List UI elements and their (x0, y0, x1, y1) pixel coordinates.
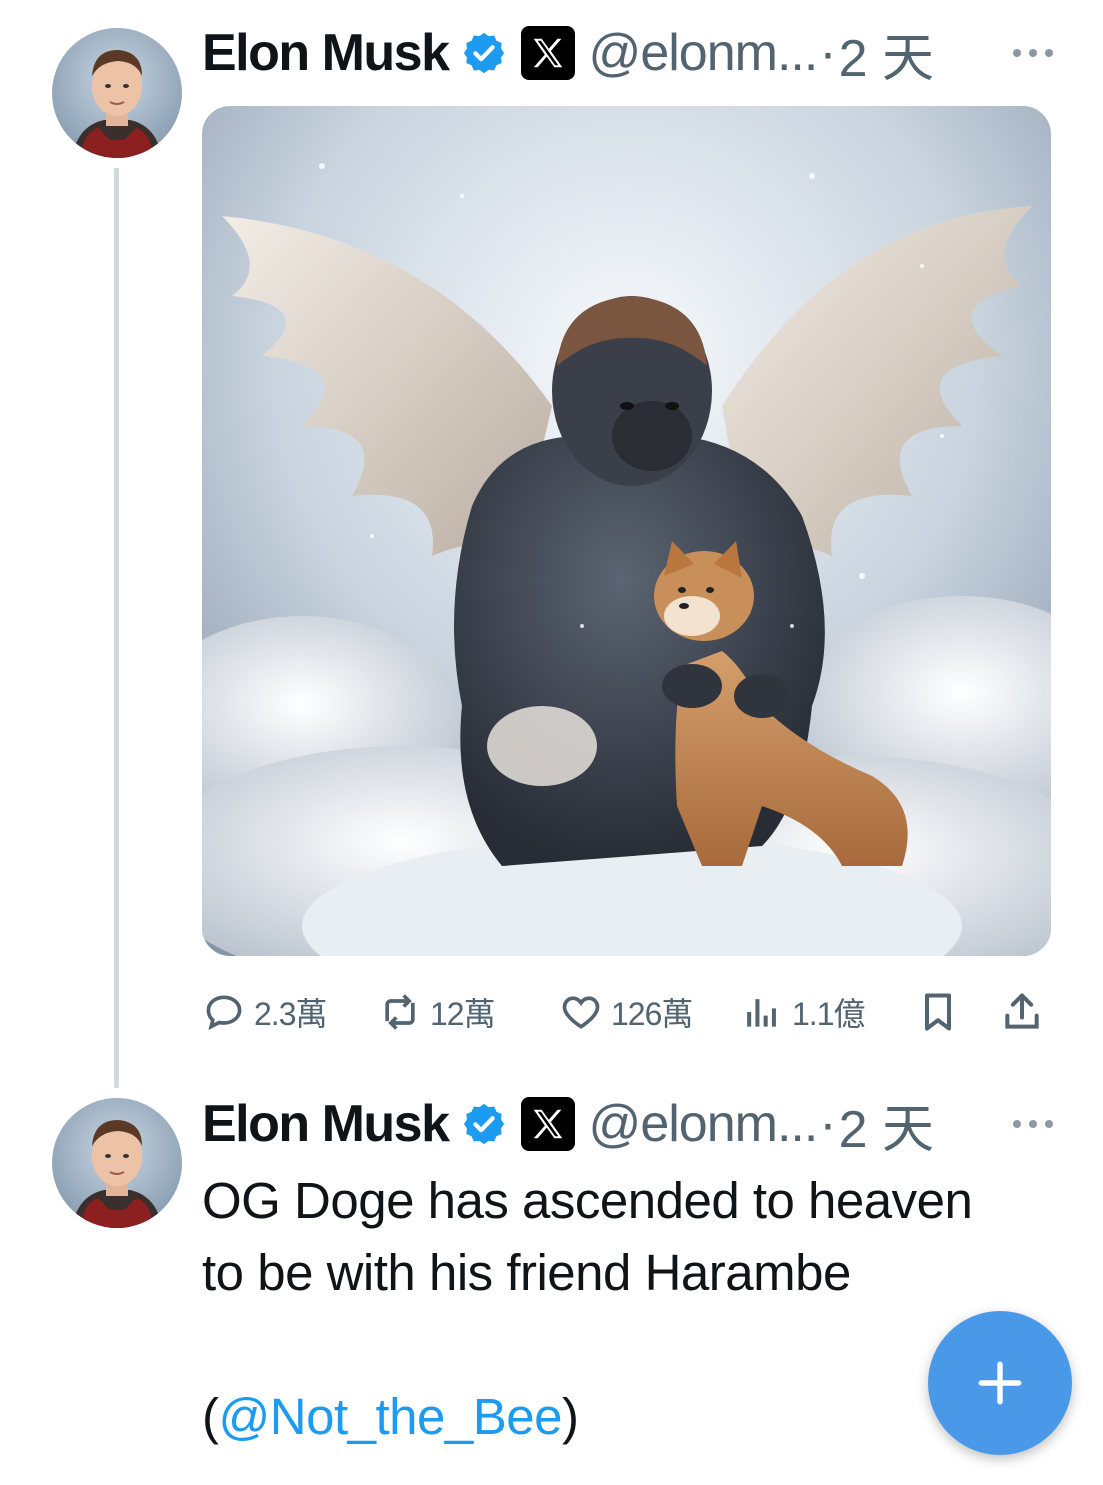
bookmark-icon (924, 993, 952, 1031)
x-logo-icon (520, 1097, 575, 1151)
author-handle[interactable]: @elonm... (589, 23, 819, 83)
avatar[interactable] (52, 28, 182, 158)
paren-close: ) (562, 1388, 579, 1445)
author-name[interactable]: Elon Musk (202, 23, 450, 83)
compose-button[interactable] (928, 1311, 1072, 1455)
mention-link[interactable]: @Not_the_Bee (218, 1388, 562, 1445)
views-button[interactable]: 1.1億 (740, 984, 865, 1040)
bookmark-button[interactable] (916, 984, 960, 1040)
retweet-icon (385, 994, 415, 1030)
views-count: 1.1億 (792, 996, 865, 1032)
separator-dot: · (819, 1095, 837, 1153)
views-icon (747, 999, 776, 1027)
x-logo-icon (520, 26, 575, 80)
author-name[interactable]: Elon Musk (202, 1094, 450, 1154)
tweet-header: Elon Musk @elonm... · 2 天 (202, 23, 1052, 88)
tweet-timestamp[interactable]: 2 天 (839, 1087, 934, 1162)
reply-icon (206, 995, 242, 1031)
thread-connector-line (114, 168, 119, 1088)
verified-badge-icon[interactable] (461, 1101, 507, 1147)
separator-dot: · (819, 24, 837, 82)
tweet-action-bar: 2.3萬 12萬 126萬 1.1億 (202, 984, 1052, 1040)
tweet-text-line: OG Doge has ascended to heaven (202, 1172, 973, 1229)
avatar-image (52, 28, 182, 158)
reply-count: 2.3萬 (254, 996, 327, 1032)
plus-icon (978, 1361, 1022, 1405)
reply-button[interactable]: 2.3萬 (202, 984, 327, 1040)
harambe-doge-angel-image (202, 106, 1051, 956)
heart-icon (562, 996, 600, 1029)
retweet-button[interactable]: 12萬 (378, 984, 496, 1040)
more-icon[interactable] (1013, 23, 1053, 83)
like-button[interactable]: 126萬 (559, 984, 693, 1040)
share-button[interactable] (1000, 984, 1044, 1040)
avatar-image (52, 1098, 182, 1228)
tweet-text-line: to be with his friend Harambe (202, 1244, 851, 1301)
like-count: 126萬 (611, 996, 693, 1032)
tweet-header: Elon Musk @elonm... · 2 天 (202, 1094, 1052, 1159)
paren-open: ( (202, 1388, 219, 1445)
tweet-timestamp[interactable]: 2 天 (839, 16, 934, 91)
avatar[interactable] (52, 1098, 182, 1228)
share-icon (1005, 993, 1039, 1029)
retweet-count: 12萬 (430, 996, 496, 1032)
tweet-image[interactable] (202, 106, 1051, 956)
more-icon[interactable] (1013, 1094, 1053, 1154)
verified-badge-icon[interactable] (461, 30, 507, 76)
author-handle[interactable]: @elonm... (589, 1094, 819, 1154)
